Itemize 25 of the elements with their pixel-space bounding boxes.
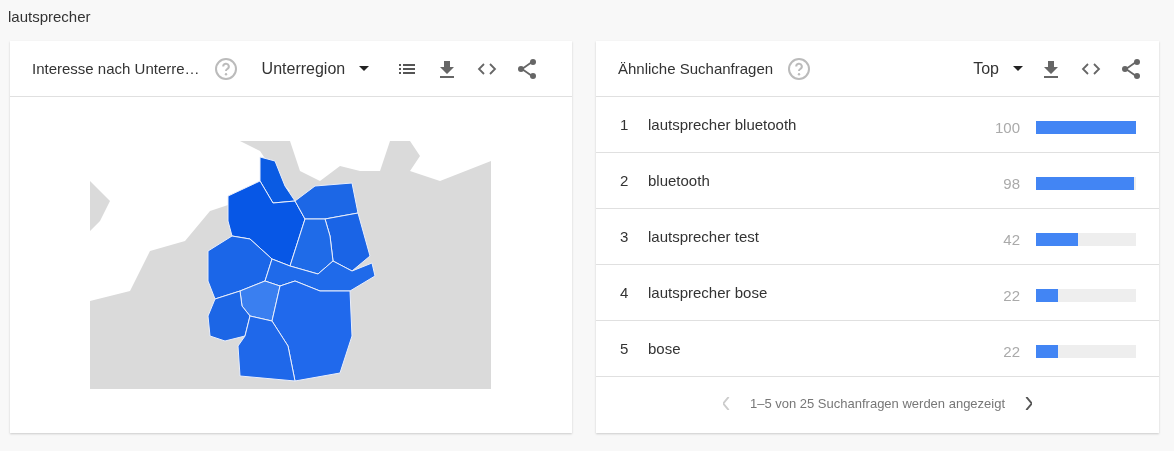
region-dropdown[interactable]: Unterregion — [261, 59, 370, 78]
caret-icon — [359, 66, 370, 71]
query-value: 98 — [1003, 174, 1020, 192]
rank-number: 1 — [620, 116, 630, 133]
query-value: 100 — [994, 118, 1020, 136]
rank-number: 3 — [620, 228, 630, 245]
sort-dropdown[interactable]: Top — [973, 59, 1023, 78]
rank-number: 5 — [620, 340, 630, 357]
query-value: 22 — [1003, 342, 1020, 360]
card-title: Interesse nach Unterre… — [32, 60, 200, 77]
pagination-text: 1–5 von 25 Suchanfragen werden angezeigt — [749, 395, 1006, 411]
query-link[interactable]: lautsprecher bluetooth — [648, 116, 995, 133]
share-icon[interactable] — [1119, 56, 1143, 81]
search-term: lautsprecher — [7, 7, 92, 27]
query-link[interactable]: lautsprecher bose — [648, 284, 1004, 301]
query-value: 42 — [1003, 230, 1020, 248]
rank-number: 4 — [620, 284, 630, 301]
query-link[interactable]: bose — [648, 340, 1004, 357]
next-page-icon[interactable] — [1025, 396, 1033, 410]
query-value: 22 — [1003, 286, 1020, 304]
caret-icon — [1013, 66, 1023, 71]
rank-number: 2 — [620, 172, 630, 189]
query-link[interactable]: bluetooth — [648, 172, 1004, 189]
card-title: Ähnliche Suchanfragen — [618, 60, 774, 77]
query-link[interactable]: lautsprecher test — [648, 228, 1004, 245]
